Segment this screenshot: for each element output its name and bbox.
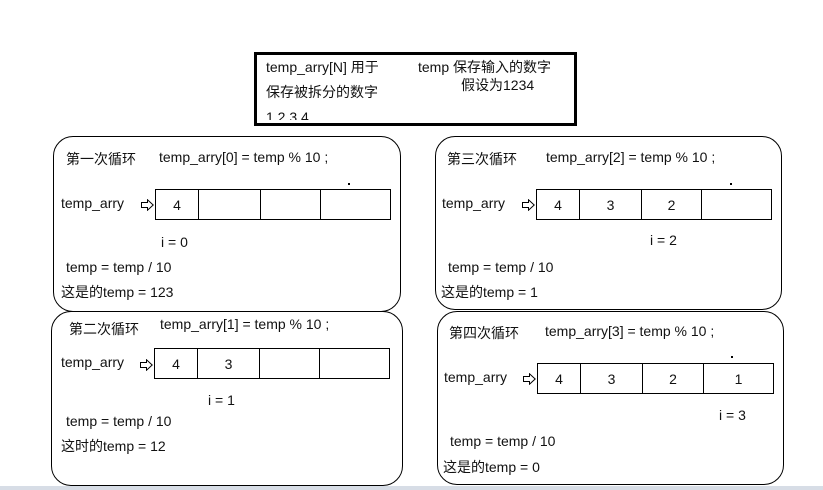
loop-formula: temp_arry[1] = temp % 10 ; — [160, 316, 330, 332]
description-assumed-value: 假设为1234 — [461, 77, 535, 93]
array-row: 4 — [155, 189, 391, 220]
dot-mark — [348, 183, 350, 185]
loop-formula: temp_arry[2] = temp % 10 ; — [546, 149, 716, 165]
array-cell: 4 — [155, 349, 198, 378]
array-cell: 4 — [156, 190, 199, 219]
array-cell — [260, 349, 320, 378]
array-row: 4 3 2 1 — [537, 363, 774, 394]
arrow-right-icon — [523, 373, 536, 385]
description-digits: 1,2,3,4 — [266, 110, 309, 120]
array-cell — [321, 190, 390, 219]
loop-title: 第二次循环 — [69, 321, 139, 337]
arrow-right-icon — [522, 199, 535, 211]
array-label: temp_arry — [61, 195, 125, 211]
temp-result: 这时的temp = 12 — [61, 438, 166, 454]
array-cell: 1 — [734, 370, 743, 387]
array-cell: 3 — [581, 364, 643, 393]
arrow-right-icon — [141, 199, 154, 211]
division-step: temp = temp / 10 — [450, 433, 556, 449]
array-cell: 2 — [642, 190, 702, 219]
loop-title: 第一次循环 — [66, 151, 136, 167]
division-step: temp = temp / 10 — [66, 259, 172, 275]
description-temp-purpose: temp 保存输入的数字 — [418, 59, 552, 75]
array-cell: 3 — [198, 349, 260, 378]
bottom-scrollbar-edge — [0, 486, 823, 490]
division-step: temp = temp / 10 — [448, 259, 554, 275]
index-value: i = 1 — [208, 392, 235, 408]
array-row: 4 3 — [154, 348, 390, 379]
loop-title: 第三次循环 — [447, 151, 517, 167]
array-cell — [261, 190, 321, 219]
array-cell: 2 — [643, 364, 704, 393]
index-value: i = 2 — [650, 232, 677, 248]
array-cell — [199, 190, 261, 219]
division-step: temp = temp / 10 — [66, 413, 172, 429]
dot-mark — [730, 183, 732, 185]
description-array-purpose: temp_arry[N] 用于 — [266, 59, 379, 75]
array-row: 4 3 2 — [536, 189, 772, 220]
array-label: temp_arry — [61, 354, 125, 370]
dot-mark — [731, 356, 733, 358]
index-value: i = 3 — [719, 407, 746, 423]
loop-title: 第四次循环 — [449, 325, 519, 341]
array-cell — [702, 190, 771, 219]
array-cell: 3 — [580, 190, 642, 219]
array-cell: 4 — [537, 190, 580, 219]
array-cell: 4 — [538, 364, 581, 393]
loop-formula: temp_arry[3] = temp % 10 ; — [545, 323, 715, 339]
array-label: temp_arry — [442, 195, 506, 211]
temp-result: 这是的temp = 123 — [61, 284, 174, 300]
array-cell — [320, 349, 389, 378]
temp-result: 这是的temp = 0 — [443, 459, 540, 475]
array-label: temp_arry — [444, 369, 508, 385]
index-value: i = 0 — [161, 234, 188, 250]
description-array-purpose-2: 保存被拆分的数字 — [266, 84, 378, 100]
loop-formula: temp_arry[0] = temp % 10 ; — [159, 149, 329, 165]
temp-result: 这是的temp = 1 — [441, 284, 538, 300]
arrow-right-icon — [140, 359, 153, 371]
